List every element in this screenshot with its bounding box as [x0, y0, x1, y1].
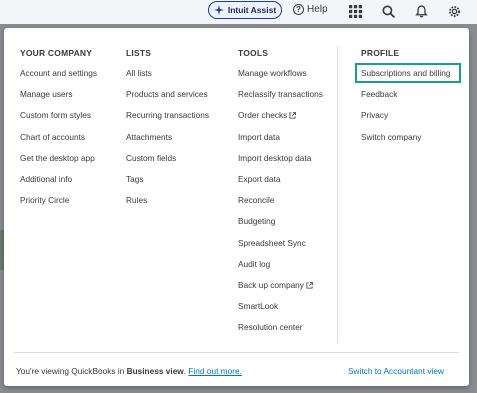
tools-column: TOOLS Manage workflows Reclassify transa… — [238, 48, 323, 342]
intuit-assist-label: Intuit Assist — [227, 5, 277, 15]
menu-item-manage-users[interactable]: Manage users — [20, 88, 97, 109]
menu-item-chart-of-accounts[interactable]: Chart of accounts — [20, 131, 97, 152]
menu-item-export-data[interactable]: Export data — [238, 173, 323, 194]
switch-to-accountant-view-link[interactable]: Switch to Accountant view — [348, 366, 444, 376]
gear-icon[interactable] — [446, 3, 462, 19]
lists-column: LISTS All lists Products and services Re… — [126, 48, 209, 215]
menu-item-feedback[interactable]: Feedback — [361, 88, 450, 109]
tools-heading: TOOLS — [238, 48, 269, 58]
bell-icon[interactable] — [413, 3, 429, 19]
menu-item-resolution-center[interactable]: Resolution center — [238, 321, 323, 342]
footer-divider — [14, 352, 459, 353]
lists-heading: LISTS — [126, 48, 152, 58]
menu-item-custom-form-styles[interactable]: Custom form styles — [20, 109, 97, 130]
menu-item-order-checks[interactable]: Order checks — [238, 109, 323, 130]
your-company-column: YOUR COMPANY Account and settings Manage… — [20, 48, 97, 215]
menu-item-priority-circle[interactable]: Priority Circle — [20, 194, 97, 215]
menu-item-import-desktop-data[interactable]: Import desktop data — [238, 152, 323, 173]
menu-item-reclassify-transactions[interactable]: Reclassify transactions — [238, 88, 323, 109]
menu-item-smartlook[interactable]: SmartLook — [238, 300, 323, 321]
order-checks-label: Order checks — [238, 110, 288, 121]
menu-item-switch-company[interactable]: Switch company — [361, 131, 450, 152]
menu-item-reconcile[interactable]: Reconcile — [238, 194, 323, 215]
menu-item-import-data[interactable]: Import data — [238, 131, 323, 152]
view-notice-prefix: You're viewing QuickBooks in — [16, 366, 127, 376]
external-link-icon — [306, 282, 313, 289]
menu-item-back-up-company[interactable]: Back up company — [238, 279, 323, 300]
profile-column: PROFILE Subscriptions and billing Feedba… — [355, 48, 461, 152]
intuit-assist-button[interactable]: Intuit Assist — [208, 1, 282, 19]
menu-item-budgeting[interactable]: Budgeting — [238, 215, 323, 236]
settings-dropdown-panel: YOUR COMPANY Account and settings Manage… — [4, 28, 469, 386]
your-company-heading: YOUR COMPANY — [20, 48, 93, 58]
menu-item-subscriptions-and-billing[interactable]: Subscriptions and billing — [355, 63, 461, 88]
menu-item-recurring-transactions[interactable]: Recurring transactions — [126, 109, 209, 130]
menu-item-rules[interactable]: Rules — [126, 194, 209, 215]
search-icon[interactable] — [380, 3, 396, 19]
menu-item-manage-workflows[interactable]: Manage workflows — [238, 67, 323, 88]
menu-item-privacy[interactable]: Privacy — [361, 109, 450, 130]
view-name: Business view — [126, 366, 184, 376]
menu-item-attachments[interactable]: Attachments — [126, 131, 209, 152]
back-up-company-label: Back up company — [238, 279, 304, 290]
menu-item-all-lists[interactable]: All lists — [126, 67, 209, 88]
menu-item-products-and-services[interactable]: Products and services — [126, 88, 209, 109]
menu-item-spreadsheet-sync[interactable]: Spreadsheet Sync — [238, 237, 323, 258]
column-divider — [337, 46, 338, 343]
profile-heading: PROFILE — [361, 48, 400, 58]
menu-item-get-desktop-app[interactable]: Get the desktop app — [20, 152, 97, 173]
menu-item-account-and-settings[interactable]: Account and settings — [20, 67, 97, 88]
menu-item-tags[interactable]: Tags — [126, 173, 209, 194]
menu-item-additional-info[interactable]: Additional info — [20, 173, 97, 194]
sparkle-icon — [213, 5, 224, 15]
find-out-more-link[interactable]: Find out more. — [188, 366, 242, 376]
top-header: Intuit Assist ? Help — [0, 0, 477, 24]
subscriptions-and-billing-label: Subscriptions and billing — [361, 68, 451, 78]
apps-grid-icon[interactable] — [347, 3, 363, 19]
external-link-icon — [289, 112, 297, 119]
help-label: Help — [307, 4, 328, 15]
view-mode-notice: You're viewing QuickBooks in Business vi… — [16, 366, 242, 376]
help-button[interactable]: ? Help — [293, 4, 328, 15]
menu-item-audit-log[interactable]: Audit log — [238, 258, 323, 279]
help-icon: ? — [293, 4, 304, 15]
menu-item-custom-fields[interactable]: Custom fields — [126, 152, 209, 173]
